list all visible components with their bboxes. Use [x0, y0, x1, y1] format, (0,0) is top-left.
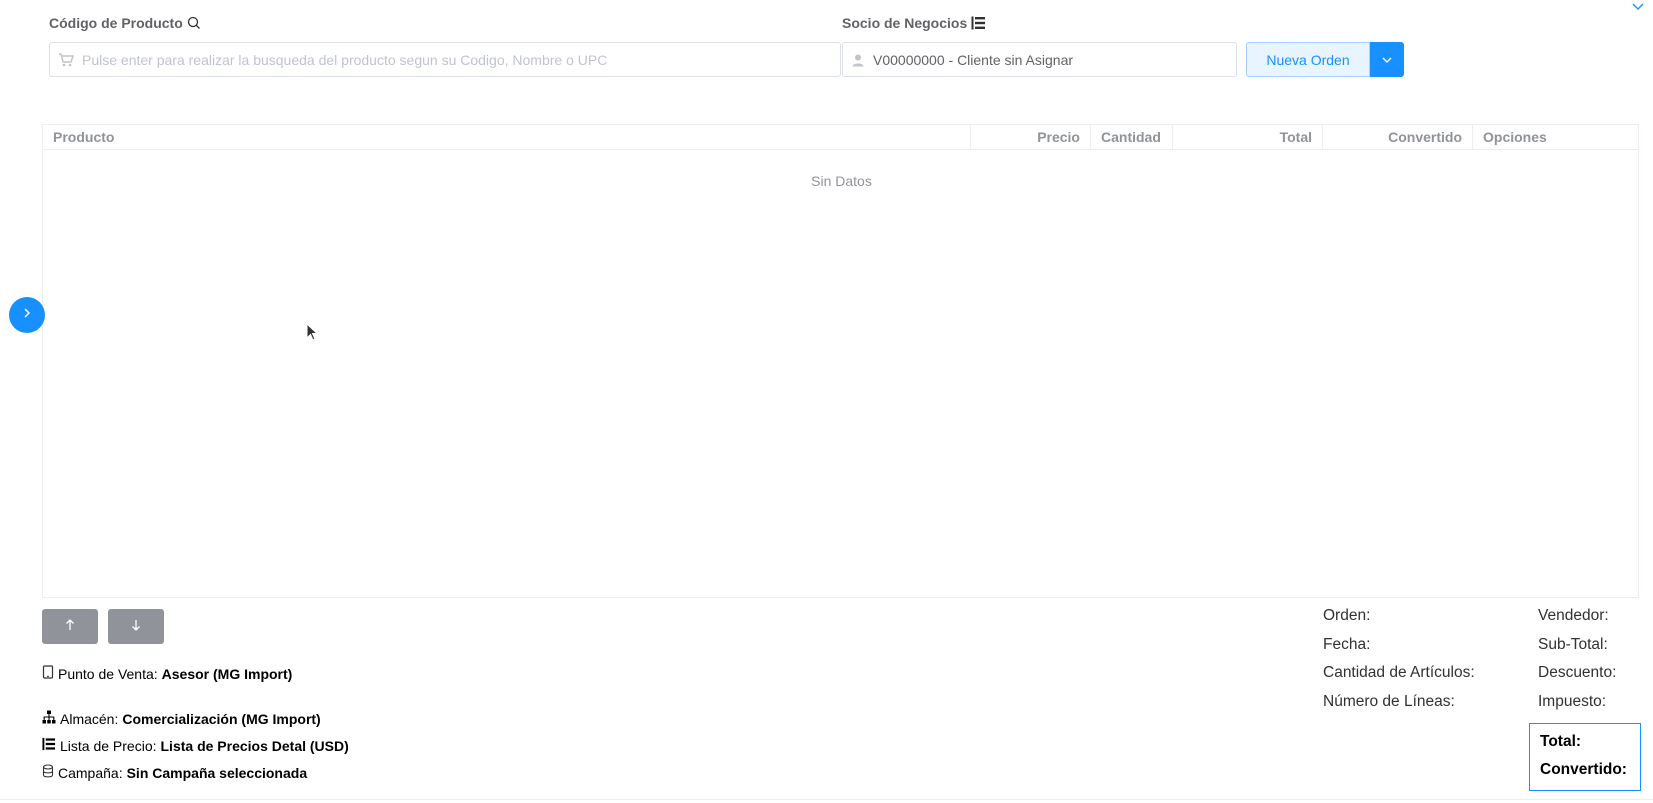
sitemap-icon	[42, 710, 56, 727]
price-list-info: Lista de Precio: Lista de Precios Detal …	[42, 737, 349, 754]
point-of-sale-value: Asesor (MG Import)	[161, 665, 293, 682]
summary-impuesto-label: Impuesto:	[1538, 693, 1607, 710]
business-partner-input[interactable]	[873, 51, 1236, 68]
summary-subtotal-label: Sub-Total:	[1538, 636, 1608, 653]
tablet-icon	[42, 665, 54, 682]
product-search-input[interactable]	[82, 51, 840, 68]
new-order-button[interactable]: Nueva Orden	[1246, 42, 1370, 77]
summary-numero-lineas-label: Número de Líneas:	[1323, 693, 1455, 710]
collapse-header-icon[interactable]	[1631, 0, 1645, 16]
point-of-sale-info: Punto de Venta: Asesor (MG Import)	[42, 665, 292, 682]
campaign-info: Campaña: Sin Campaña seleccionada	[42, 764, 307, 781]
mouse-cursor-icon	[306, 322, 319, 348]
column-header-cantidad[interactable]: Cantidad	[1091, 125, 1173, 149]
user-icon	[851, 53, 865, 67]
warehouse-info: Almacén: Comercialización (MG Import)	[42, 710, 321, 727]
move-down-button[interactable]	[108, 609, 164, 644]
table-header: Producto Precio Cantidad Total Convertid…	[43, 125, 1638, 150]
new-order-options-button[interactable]	[1370, 42, 1404, 77]
chevron-right-icon	[22, 306, 32, 324]
product-search-field[interactable]	[49, 42, 841, 77]
pos-screen: Código de Producto Socio de Negocios Nue…	[0, 0, 1653, 803]
business-partner-label: Socio de Negocios	[842, 15, 986, 31]
campaign-label: Campaña:	[58, 764, 123, 781]
table-empty-text: Sin Datos	[811, 173, 872, 189]
business-partner-field[interactable]	[842, 42, 1237, 77]
column-header-precio[interactable]: Precio	[971, 125, 1091, 149]
warehouse-value: Comercialización (MG Import)	[122, 710, 321, 727]
summary-cantidad-articulos-label: Cantidad de Artículos:	[1323, 664, 1475, 681]
campaign-value: Sin Campaña seleccionada	[126, 764, 308, 781]
summary-descuento-label: Descuento:	[1538, 664, 1617, 681]
list-tree-icon	[42, 737, 56, 754]
chevron-down-icon	[1381, 51, 1393, 69]
arrow-down-icon	[131, 618, 141, 636]
column-header-convertido[interactable]: Convertido	[1323, 125, 1473, 149]
column-header-producto[interactable]: Producto	[43, 125, 971, 149]
point-of-sale-label: Punto de Venta:	[58, 665, 158, 682]
move-up-button[interactable]	[42, 609, 98, 644]
summary-vendedor-label: Vendedor:	[1538, 607, 1609, 624]
cart-icon	[58, 52, 74, 67]
list-tree-icon	[971, 16, 986, 30]
footer-divider	[0, 799, 1653, 800]
product-code-label: Código de Producto	[49, 15, 201, 31]
summary-fecha-label: Fecha:	[1323, 636, 1371, 653]
side-panel-toggle-button[interactable]	[9, 297, 45, 333]
price-list-value: Lista de Precios Detal (USD)	[160, 737, 349, 754]
column-header-total[interactable]: Total	[1173, 125, 1323, 149]
totals-box: Total: Convertido:	[1529, 723, 1641, 791]
arrow-up-icon	[65, 618, 75, 636]
search-icon	[187, 16, 201, 30]
summary-convertido-label: Convertido:	[1540, 761, 1627, 778]
price-list-label: Lista de Precio:	[60, 737, 157, 754]
database-icon	[42, 764, 54, 781]
order-lines-table: Producto Precio Cantidad Total Convertid…	[42, 124, 1639, 598]
summary-orden-label: Orden:	[1323, 607, 1371, 624]
warehouse-label: Almacén:	[60, 710, 119, 727]
column-header-opciones[interactable]: Opciones	[1473, 125, 1639, 149]
summary-total-label: Total:	[1540, 733, 1582, 750]
